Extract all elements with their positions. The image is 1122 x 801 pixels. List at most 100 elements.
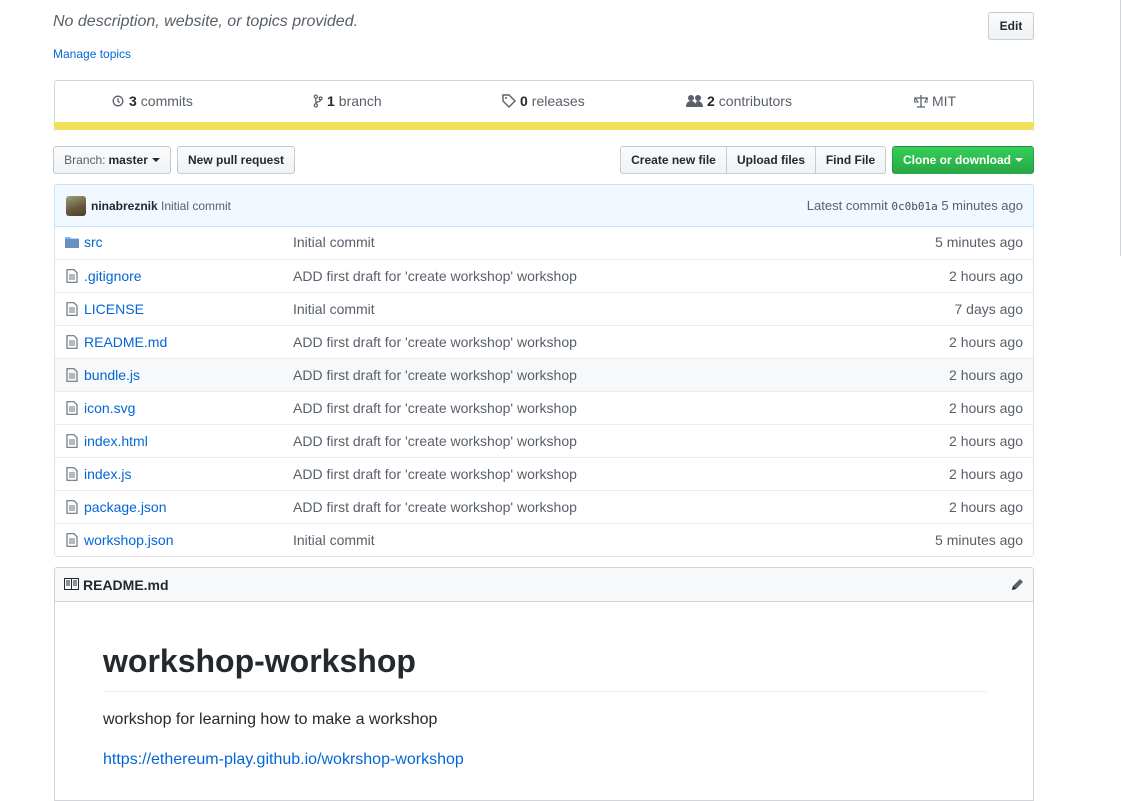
file-age: 5 minutes ago (935, 234, 1023, 250)
branch-prefix: Branch: (64, 153, 106, 167)
branch-name: master (108, 153, 148, 167)
file-row[interactable]: index.js ADD first draft for 'create work… (55, 457, 1033, 490)
branches-count: 1 (327, 93, 335, 109)
releases-count: 0 (520, 93, 528, 109)
people-icon (686, 95, 703, 107)
file-name-link[interactable]: icon.svg (84, 400, 135, 416)
file-icon (66, 434, 78, 448)
caret-down-icon (151, 158, 160, 162)
releases-stat[interactable]: 0 releases (502, 93, 585, 109)
tag-icon (502, 94, 516, 108)
branches-stat[interactable]: 1 branch (313, 93, 382, 109)
file-age: 2 hours ago (949, 367, 1023, 383)
file-name-link[interactable]: index.js (84, 466, 131, 482)
readme-header: README.md (54, 567, 1034, 602)
file-row[interactable]: src Initial commit 5 minutes ago (55, 226, 1033, 259)
create-new-file-button[interactable]: Create new file (620, 146, 727, 174)
pencil-icon[interactable] (1009, 577, 1025, 593)
file-age: 2 hours ago (949, 334, 1023, 350)
file-icon (66, 368, 78, 382)
file-age: 2 hours ago (949, 400, 1023, 416)
file-commit-message[interactable]: Initial commit (293, 532, 375, 548)
releases-label: releases (531, 93, 585, 109)
edit-description-button[interactable]: Edit (988, 12, 1034, 40)
commit-author[interactable]: ninabreznik (91, 199, 158, 213)
file-icon (66, 401, 78, 415)
readme-link[interactable]: https://ethereum-play.github.io/wokrshop… (103, 751, 464, 769)
file-name-link[interactable]: bundle.js (84, 367, 140, 383)
file-age: 2 hours ago (949, 499, 1023, 515)
file-commit-message[interactable]: ADD first draft for 'create workshop' wo… (293, 466, 577, 482)
language-bar[interactable] (54, 122, 1034, 130)
file-name-link[interactable]: .gitignore (84, 268, 142, 284)
commits-label: commits (140, 93, 193, 109)
latest-commit-bar: ninabreznik Initial commit Latest commit… (54, 184, 1034, 227)
license-label: MIT (932, 93, 957, 109)
file-icon (66, 269, 78, 283)
file-name-link[interactable]: package.json (84, 499, 167, 515)
license-stat[interactable]: MIT (914, 93, 956, 109)
new-pull-request-button[interactable]: New pull request (177, 146, 295, 174)
book-icon (64, 578, 79, 590)
commits-count: 3 (129, 93, 137, 109)
file-list: src Initial commit 5 minutes ago .gitignore… (54, 226, 1034, 557)
file-commit-message[interactable]: Initial commit (293, 234, 375, 250)
file-commit-message[interactable]: Initial commit (293, 301, 375, 317)
file-commit-message[interactable]: ADD first draft for 'create workshop' wo… (293, 400, 577, 416)
file-row[interactable]: index.html ADD first draft for 'create wo… (55, 424, 1033, 457)
file-icon (66, 467, 78, 481)
latest-commit-prefix: Latest commit (806, 198, 888, 213)
file-commit-message[interactable]: ADD first draft for 'create workshop' wo… (293, 367, 577, 383)
file-icon (66, 302, 78, 316)
file-icon (66, 500, 78, 514)
file-name-link[interactable]: src (84, 234, 103, 250)
file-name-link[interactable]: index.html (84, 433, 148, 449)
contributors-label: contributors (718, 93, 792, 109)
commit-age: 5 minutes ago (941, 198, 1023, 213)
caret-down-icon (1015, 158, 1023, 162)
file-age: 5 minutes ago (935, 532, 1023, 548)
file-commit-message[interactable]: ADD first draft for 'create workshop' wo… (293, 268, 577, 284)
find-file-button[interactable]: Find File (815, 146, 886, 174)
contributors-stat[interactable]: 2 contributors (686, 93, 792, 109)
contributors-count: 2 (707, 93, 715, 109)
file-commit-message[interactable]: ADD first draft for 'create workshop' wo… (293, 334, 577, 350)
file-row[interactable]: README.md ADD first draft for 'create wor… (55, 325, 1033, 358)
file-row[interactable]: bundle.js ADD first draft for 'create wor… (55, 358, 1033, 391)
file-age: 2 hours ago (949, 268, 1023, 284)
file-name-link[interactable]: LICENSE (84, 301, 144, 317)
branch-icon (313, 94, 323, 108)
branch-select-button[interactable]: Branch: master (53, 146, 171, 174)
file-row[interactable]: LICENSE Initial commit 7 days ago (55, 292, 1033, 325)
upload-files-button[interactable]: Upload files (726, 146, 816, 174)
folder-icon (65, 237, 79, 248)
manage-topics-link[interactable]: Manage topics (53, 47, 131, 61)
file-icon (66, 335, 78, 349)
file-row[interactable]: .gitignore ADD first draft for 'create wo… (55, 259, 1033, 292)
file-row[interactable]: workshop.json Initial commit 5 minutes ago (55, 523, 1033, 556)
law-icon (914, 95, 928, 108)
file-row[interactable]: icon.svg ADD first draft for 'create work… (55, 391, 1033, 424)
commit-sha[interactable]: 0c0b01a (891, 200, 937, 213)
avatar[interactable] (66, 196, 86, 216)
file-name-link[interactable]: workshop.json (84, 532, 174, 548)
file-name-link[interactable]: README.md (84, 334, 167, 350)
file-age: 7 days ago (954, 301, 1024, 317)
commits-stat[interactable]: 3 commits (111, 93, 193, 109)
latest-commit-info: Latest commit 0c0b01a 5 minutes ago (807, 198, 1023, 213)
readme-paragraph: workshop for learning how to make a work… (103, 711, 438, 728)
readme-heading: workshop-workshop (103, 643, 416, 679)
file-row[interactable]: package.json ADD first draft for 'create … (55, 490, 1033, 523)
repo-description: No description, website, or topics provi… (53, 13, 359, 30)
heading-divider (103, 691, 986, 692)
clone-label: Clone or download (903, 153, 1011, 167)
commit-message[interactable]: Initial commit (161, 199, 231, 213)
clone-or-download-button[interactable]: Clone or download (892, 146, 1034, 174)
readme-filename: README.md (83, 577, 169, 593)
branches-label: branch (338, 93, 382, 109)
file-icon (66, 533, 78, 547)
file-commit-message[interactable]: ADD first draft for 'create workshop' wo… (293, 499, 577, 515)
file-age: 2 hours ago (949, 466, 1023, 482)
file-commit-message[interactable]: ADD first draft for 'create workshop' wo… (293, 433, 577, 449)
readme-body: workshop-workshop workshop for learning … (54, 601, 1034, 801)
